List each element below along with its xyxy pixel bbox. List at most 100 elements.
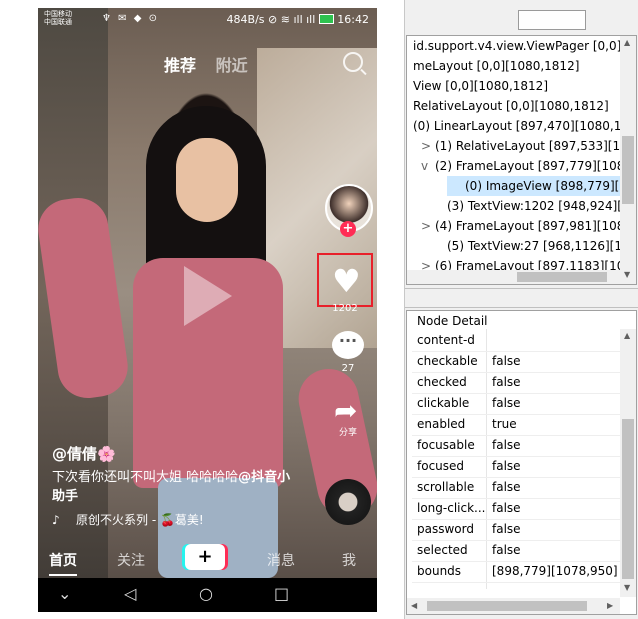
tree-row[interactable]: (3) TextView:1202 [948,924][102 <box>429 196 636 216</box>
follow-plus-icon[interactable]: + <box>340 221 356 237</box>
detail-scroll-down-icon[interactable]: ▼ <box>624 583 630 592</box>
detail-key: selected <box>417 543 468 557</box>
detail-row[interactable]: clickable false <box>412 393 620 415</box>
detail-key: focused <box>417 459 465 473</box>
tree-row[interactable]: RelativeLayout [0,0][1080,1812] <box>409 96 636 116</box>
tree-row[interactable]: meLayout [0,0][1080,1812] <box>409 56 609 76</box>
tree-row[interactable]: View [0,0][1080,1812] <box>409 76 578 96</box>
tree-node-label: meLayout [0,0][1080,1812] <box>413 59 580 73</box>
detail-scroll-up-icon[interactable]: ▲ <box>624 331 630 340</box>
create-plus-button[interactable]: + <box>185 544 225 570</box>
network-speed: 484B/s <box>226 13 265 26</box>
device-screenshot-pane: 中国移动 中国联通 ♆ ✉ ◆ ⊙ 484B/s ⊘ ≋ ıll ıll 16:… <box>0 0 405 619</box>
detail-key: scrollable <box>417 480 475 494</box>
detail-value: false <box>492 543 521 557</box>
tab-nearby[interactable]: 附近 <box>216 56 248 75</box>
play-icon[interactable] <box>184 266 232 326</box>
tree-row[interactable]: (0) LinearLayout [897,470][1080,136 <box>409 116 636 136</box>
filter-input[interactable] <box>518 10 586 30</box>
detail-scroll-left-icon[interactable]: ◀ <box>411 601 417 610</box>
detail-value: false <box>492 396 521 410</box>
tree-row[interactable]: > (4) FrameLayout [897,981][1080, <box>417 216 636 236</box>
tree-expand-icon[interactable]: v <box>421 156 435 176</box>
detail-value: true <box>492 417 517 431</box>
battery-icon <box>318 14 334 24</box>
detail-scroll-right-icon[interactable]: ▶ <box>607 601 613 610</box>
detail-row[interactable]: selected false <box>412 540 620 562</box>
comment-icon[interactable]: ··· <box>332 331 364 359</box>
tree-expand-icon[interactable]: > <box>421 136 435 156</box>
tree-row[interactable]: id.support.v4.view.ViewPager [0,0][1 <box>409 36 636 56</box>
home-icon[interactable]: ○ <box>199 584 213 603</box>
tree-node-label: RelativeLayout [0,0][1080,1812] <box>413 99 609 113</box>
detail-row[interactable]: focusable false <box>412 435 620 457</box>
detail-key: bounds <box>417 564 462 578</box>
detail-value: false <box>492 480 521 494</box>
video-username[interactable]: @倩倩🌸 <box>52 443 116 464</box>
detail-key: long-click... <box>417 501 485 515</box>
detail-value: [898,779][1078,950] <box>492 564 618 578</box>
nav-messages[interactable]: 消息 <box>267 550 295 570</box>
tree-node-label: (2) FrameLayout [897,779][1080, <box>435 159 636 173</box>
recent-apps-icon[interactable]: □ <box>274 584 289 603</box>
nav-me[interactable]: 我 <box>342 550 356 570</box>
phone-screen[interactable]: 中国移动 中国联通 ♆ ✉ ◆ ⊙ 484B/s ⊘ ≋ ıll ıll 16:… <box>38 8 377 612</box>
detail-value: false <box>492 375 521 389</box>
node-detail-title: Node Detail <box>417 314 488 328</box>
detail-horizontal-scrollbar[interactable]: ◀ ▶ <box>407 598 620 614</box>
detail-row[interactable]: scrollable false <box>412 477 620 499</box>
inspector-pane: id.support.v4.view.ViewPager [0,0][1 meLa… <box>405 0 638 619</box>
carrier-labels: 中国移动 中国联通 <box>44 10 72 26</box>
detail-row[interactable]: content-d <box>412 330 620 352</box>
tree-horizontal-scrollbar[interactable] <box>407 270 620 284</box>
scroll-down-arrow-icon[interactable]: ▼ <box>624 270 630 279</box>
detail-row[interactable]: focused false <box>412 456 620 478</box>
heart-icon[interactable]: ♥ <box>332 265 361 297</box>
top-tabs: 推荐 附近 <box>164 52 262 76</box>
carrier-1: 中国移动 <box>44 10 72 18</box>
tree-row[interactable]: v (2) FrameLayout [897,779][1080, <box>417 156 636 176</box>
detail-row[interactable]: password false <box>412 519 620 541</box>
tree-row-selected[interactable]: (0) ImageView [898,779][107 <box>447 176 636 196</box>
tree-row[interactable]: > (1) RelativeLayout [897,533][108 <box>417 136 636 156</box>
detail-key: checkable <box>417 354 478 368</box>
signal-icons: ⊘ ≋ ıll ıll <box>268 13 319 26</box>
detail-scroll-thumb[interactable] <box>622 419 634 579</box>
caption-text: 下次看你还叫不叫大姐 哈哈哈哈 <box>52 470 239 485</box>
nav-home[interactable]: 首页 <box>49 550 77 576</box>
detail-row[interactable]: checkable false <box>412 351 620 373</box>
detail-row[interactable]: long-click... false <box>412 498 620 520</box>
detail-row[interactable]: checked false <box>412 372 620 394</box>
share-icon[interactable]: ➦ <box>334 397 357 425</box>
video-caption: 下次看你还叫不叫大姐 哈哈哈哈@抖音小助手 <box>52 468 292 506</box>
search-icon[interactable] <box>343 52 363 72</box>
nav-follow[interactable]: 关注 <box>117 550 145 570</box>
panel-splitter[interactable] <box>405 288 638 308</box>
music-row[interactable]: ♪ 原创不火系列 - 🍒葛美! <box>52 511 204 528</box>
back-icon[interactable]: ◁ <box>124 584 136 603</box>
tree-scroll-thumb[interactable] <box>622 136 634 204</box>
tree-hscroll-thumb[interactable] <box>517 272 607 282</box>
tree-row[interactable]: (5) TextView:27 [968,1126][1008, <box>429 236 636 256</box>
tree-vertical-scrollbar[interactable]: ▲ ▼ <box>620 36 636 284</box>
hierarchy-tree[interactable]: id.support.v4.view.ViewPager [0,0][1 meLa… <box>406 35 637 285</box>
nav-down-icon[interactable]: ⌄ <box>58 584 71 603</box>
tree-expand-icon[interactable]: > <box>421 216 435 236</box>
clock-time: 16:42 <box>337 13 369 26</box>
tree-node-label: id.support.v4.view.ViewPager [0,0][1 <box>413 39 634 53</box>
detail-row[interactable]: enabled true <box>412 414 620 436</box>
person-face <box>176 138 238 222</box>
share-label: 分享 <box>338 428 357 438</box>
tree-node-label: View [0,0][1080,1812] <box>413 79 548 93</box>
detail-key: password <box>417 522 474 536</box>
detail-value: false <box>492 354 521 368</box>
detail-hscroll-thumb[interactable] <box>427 601 587 611</box>
detail-vertical-scrollbar[interactable]: ▲ ▼ <box>620 329 636 597</box>
music-disc-icon[interactable] <box>325 479 371 525</box>
carrier-2: 中国联通 <box>44 18 72 26</box>
detail-value: false <box>492 438 521 452</box>
tab-recommend[interactable]: 推荐 <box>164 56 196 75</box>
detail-row[interactable]: bounds [898,779][1078,950] <box>412 561 620 583</box>
scroll-up-arrow-icon[interactable]: ▲ <box>624 38 630 47</box>
notification-icons: ♆ ✉ ◆ ⊙ <box>102 13 159 24</box>
